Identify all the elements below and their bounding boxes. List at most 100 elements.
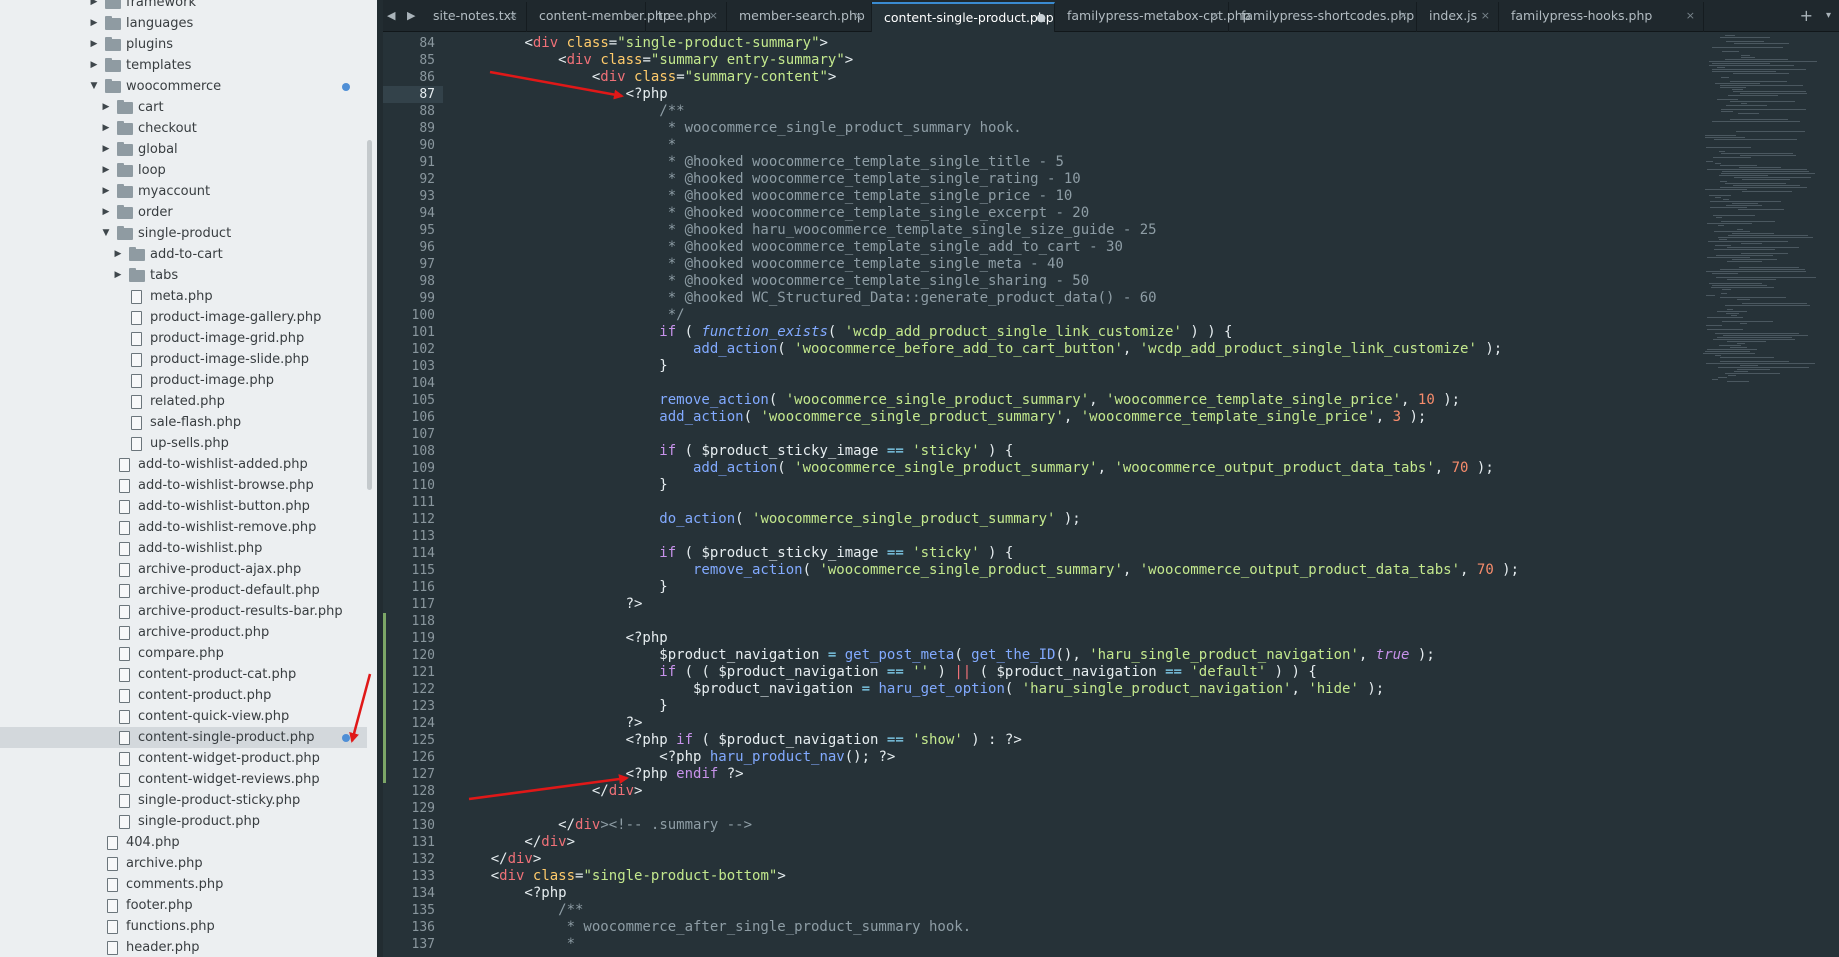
code-line[interactable]: <?php — [457, 86, 668, 103]
file-item[interactable]: product-image-grid.php — [0, 328, 367, 349]
file-item[interactable]: archive-product-ajax.php — [0, 559, 367, 580]
code-line[interactable]: $product_navigation = get_post_meta( get… — [457, 647, 1435, 664]
code-line[interactable]: * — [457, 936, 575, 953]
file-item[interactable]: up-sells.php — [0, 433, 367, 454]
code-line[interactable]: <?php — [457, 630, 668, 647]
file-item[interactable]: add-to-wishlist.php — [0, 538, 367, 559]
close-icon[interactable]: × — [1686, 2, 1695, 30]
chevron-right-icon[interactable]: ▶ — [100, 202, 112, 223]
tab[interactable]: tree.php × — [646, 2, 727, 32]
file-item[interactable]: product-image-gallery.php — [0, 307, 367, 328]
file-item[interactable]: comments.php — [0, 874, 367, 895]
file-item[interactable]: content-widget-reviews.php — [0, 769, 367, 790]
chevron-right-icon[interactable]: ▶ — [100, 118, 112, 139]
folder-item[interactable]: ▶ tabs — [0, 265, 367, 286]
folder-item[interactable]: ▶ plugins — [0, 34, 367, 55]
code-line[interactable]: * @hooked woocommerce_template_single_ex… — [457, 205, 1089, 222]
code-line[interactable]: * @hooked woocommerce_template_single_ti… — [457, 154, 1064, 171]
code-line[interactable]: <?php — [457, 885, 566, 902]
chevron-right-icon[interactable]: ▶ — [88, 0, 100, 13]
file-item[interactable]: functions.php — [0, 916, 367, 937]
code-line[interactable]: <?php if ( $product_navigation == 'show'… — [457, 732, 1022, 749]
code-line[interactable]: ?> — [457, 596, 643, 613]
folder-item[interactable]: ▶ global — [0, 139, 367, 160]
code-line[interactable]: add_action( 'woocommerce_single_product_… — [457, 409, 1426, 426]
folder-item[interactable]: ▶ loop — [0, 160, 367, 181]
unsaved-dot-icon[interactable]: ● — [1036, 4, 1046, 32]
code-line[interactable]: if ( $product_sticky_image == 'sticky' )… — [457, 545, 1013, 562]
code-line[interactable]: * @hooked woocommerce_template_single_ad… — [457, 239, 1123, 256]
file-item[interactable]: meta.php — [0, 286, 367, 307]
folder-item[interactable]: ▶ myaccount — [0, 181, 367, 202]
file-item[interactable]: add-to-wishlist-browse.php — [0, 475, 367, 496]
tab-nav-arrows[interactable]: ◀ ▶ — [387, 0, 419, 32]
chevron-right-icon[interactable]: ▶ — [100, 181, 112, 202]
close-icon[interactable]: × — [628, 2, 637, 30]
code-line[interactable]: <?php haru_product_nav(); ?> — [457, 749, 895, 766]
code-line[interactable]: } — [457, 477, 667, 494]
code-line[interactable]: /** — [457, 103, 684, 120]
file-item[interactable]: add-to-wishlist-added.php — [0, 454, 367, 475]
folder-item[interactable]: ▼ woocommerce — [0, 76, 367, 97]
folder-item[interactable]: ▶ order — [0, 202, 367, 223]
code-line[interactable]: </div><!-- .summary --> — [457, 817, 752, 834]
chevron-right-icon[interactable]: ▶ — [112, 244, 124, 265]
file-item[interactable]: sale-flash.php — [0, 412, 367, 433]
file-item[interactable]: header.php — [0, 937, 367, 957]
file-item[interactable]: single-product-sticky.php — [0, 790, 367, 811]
chevron-right-icon[interactable]: ▶ — [88, 34, 100, 55]
code-line[interactable]: remove_action( 'woocommerce_single_produ… — [457, 562, 1519, 579]
folder-item[interactable]: ▶ framework — [0, 0, 367, 13]
file-item[interactable]: archive-product.php — [0, 622, 367, 643]
code-line[interactable]: * woocommerce_single_product_summary hoo… — [457, 120, 1022, 137]
chevron-right-icon[interactable]: ▶ — [88, 55, 100, 76]
code-line[interactable]: $product_navigation = haru_get_option( '… — [457, 681, 1384, 698]
file-item[interactable]: add-to-wishlist-remove.php — [0, 517, 367, 538]
code-line[interactable]: </div> — [457, 783, 643, 800]
file-item[interactable]: compare.php — [0, 643, 367, 664]
file-item[interactable]: related.php — [0, 391, 367, 412]
folder-item[interactable]: ▶ languages — [0, 13, 367, 34]
chevron-down-icon[interactable]: ▼ — [88, 76, 100, 97]
code-line[interactable]: <div class="summary-content"> — [457, 69, 837, 86]
file-item[interactable]: product-image.php — [0, 370, 367, 391]
chevron-right-icon[interactable]: ▶ — [100, 97, 112, 118]
chevron-right-icon[interactable]: ▶ — [88, 13, 100, 34]
code-line[interactable]: * — [457, 137, 676, 154]
code-line[interactable]: ?> — [457, 715, 643, 732]
code-line[interactable]: <div class="summary entry-summary"> — [457, 52, 853, 69]
file-item[interactable]: product-image-slide.php — [0, 349, 367, 370]
code-line[interactable]: * @hooked WC_Structured_Data::generate_p… — [457, 290, 1157, 307]
folder-item[interactable]: ▶ cart — [0, 97, 367, 118]
file-item[interactable]: archive-product-results-bar.php — [0, 601, 367, 622]
code-line[interactable]: </div> — [457, 834, 575, 851]
tab[interactable]: content-single-product.php ● — [872, 2, 1055, 32]
code-line[interactable]: do_action( 'woocommerce_single_product_s… — [457, 511, 1080, 528]
file-item[interactable]: content-product.php — [0, 685, 367, 706]
tab[interactable]: familypress-hooks.php × — [1499, 2, 1704, 32]
code-line[interactable]: } — [457, 579, 667, 596]
file-item[interactable]: archive-product-default.php — [0, 580, 367, 601]
code-line[interactable]: add_action( 'woocommerce_before_add_to_c… — [457, 341, 1502, 358]
code-line[interactable]: /** — [457, 902, 583, 919]
code-line[interactable]: <?php endif ?> — [457, 766, 744, 783]
tab[interactable]: member-search.php × — [727, 2, 872, 32]
code-line[interactable]: * @hooked woocommerce_template_single_pr… — [457, 188, 1073, 205]
file-item[interactable]: content-quick-view.php — [0, 706, 367, 727]
file-item[interactable]: footer.php — [0, 895, 367, 916]
chevron-right-icon[interactable]: ▶ — [100, 160, 112, 181]
code-line[interactable]: */ — [457, 307, 685, 324]
close-icon[interactable]: × — [854, 2, 863, 30]
code-line[interactable]: * @hooked woocommerce_template_single_sh… — [457, 273, 1089, 290]
tab[interactable]: site-notes.txt × — [421, 2, 527, 32]
tab[interactable]: index.js × — [1417, 2, 1499, 32]
new-tab-button[interactable]: + — [1800, 0, 1813, 32]
code-line[interactable]: } — [457, 358, 667, 375]
code-line[interactable]: } — [457, 698, 667, 715]
folder-item[interactable]: ▶ checkout — [0, 118, 367, 139]
code-line[interactable]: <div class="single-product-bottom"> — [457, 868, 786, 885]
sidebar-scrollbar[interactable] — [367, 140, 372, 490]
chevron-down-icon[interactable]: ▼ — [100, 223, 112, 244]
tab[interactable]: content-member.php × — [527, 2, 671, 32]
close-icon[interactable]: × — [1481, 2, 1490, 30]
